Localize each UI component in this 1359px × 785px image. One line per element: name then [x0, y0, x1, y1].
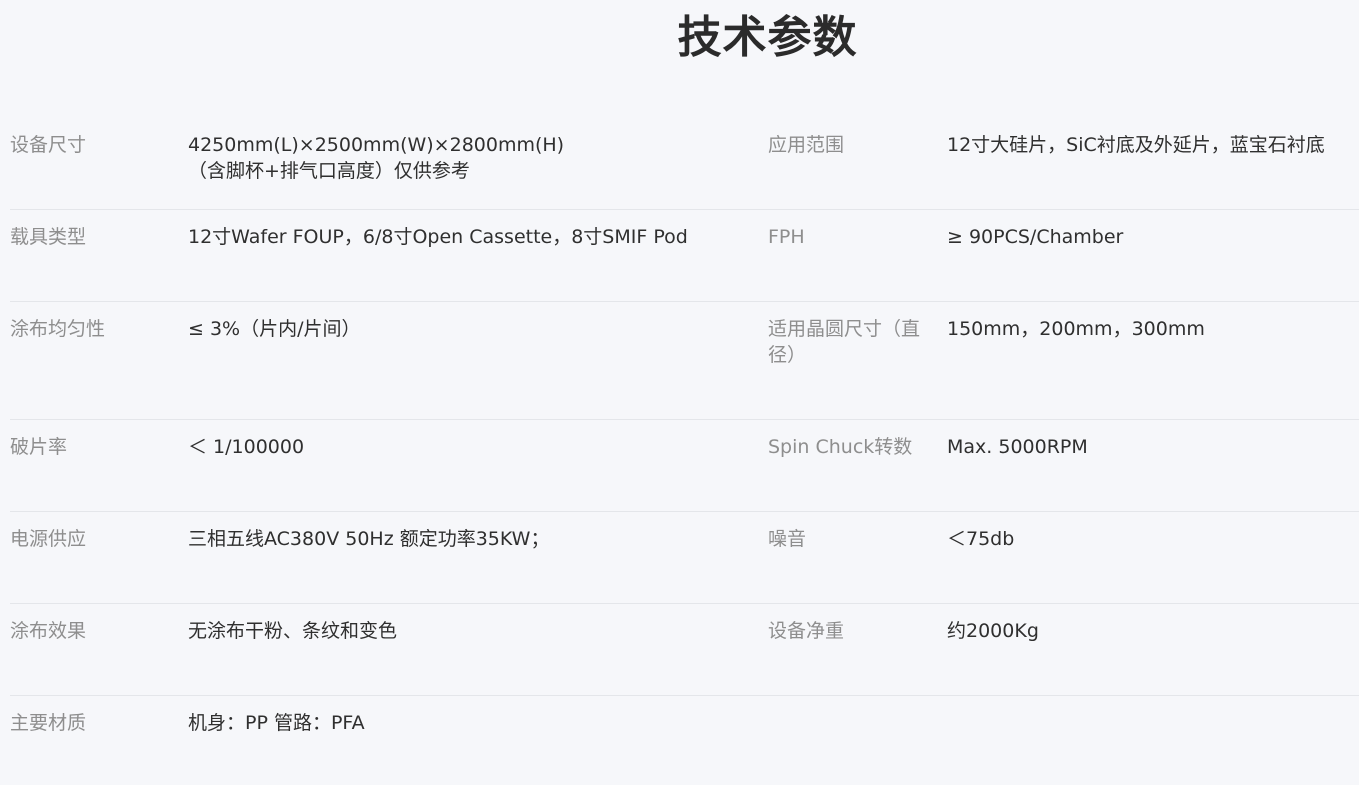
spec-label: 设备净重: [768, 620, 845, 642]
spec-value: ＜75db: [947, 528, 1015, 550]
table-row: 设备尺寸 4250mm(L)×2500mm(W)×2800mm(H) （含脚杯+…: [10, 118, 1359, 210]
spec-value-line: 无涂布干粉、条纹和变色: [188, 620, 398, 642]
spec-label: 主要材质: [10, 712, 87, 734]
spec-value: ≥ 90PCS/Chamber: [947, 226, 1124, 248]
spec-value-line: ≤ 3%（片内/片间）: [188, 318, 361, 340]
spec-value: ≤ 3%（片内/片间）: [188, 316, 768, 342]
spec-label: 噪音: [768, 528, 807, 550]
spec-value-line: 机身：PP 管路：PFA: [188, 712, 365, 734]
spec-label: 电源供应: [10, 528, 87, 550]
spec-value: Max. 5000RPM: [947, 436, 1088, 458]
spec-label: FPH: [768, 226, 805, 248]
spec-value-line: 三相五线AC380V 50Hz 额定功率35KW；: [188, 528, 550, 550]
spec-label: 设备尺寸: [10, 134, 87, 156]
table-row: 电源供应 三相五线AC380V 50Hz 额定功率35KW； 噪音 ＜75db: [10, 512, 1359, 604]
spec-label-line: 适用晶圆尺寸（直: [768, 318, 921, 340]
spec-value: 150mm，200mm，300mm: [947, 318, 1205, 340]
spec-label: 涂布均匀性: [10, 318, 106, 340]
spec-label: 适用晶圆尺寸（直 径）: [768, 316, 947, 368]
spec-value-line: ＜ 1/100000: [188, 436, 305, 458]
spec-value: 4250mm(L)×2500mm(W)×2800mm(H) （含脚杯+排气口高度…: [188, 132, 768, 184]
table-row: 涂布均匀性 ≤ 3%（片内/片间） 适用晶圆尺寸（直 径） 150mm，200m…: [10, 302, 1359, 420]
spec-value-line: （含脚杯+排气口高度）仅供参考: [188, 160, 470, 182]
spec-label: 应用范围: [768, 134, 845, 156]
spec-value: 12寸Wafer FOUP，6/8寸Open Cassette，8寸SMIF P…: [188, 224, 768, 250]
spec-value: 12寸大硅片，SiC衬底及外延片，蓝宝石衬底: [947, 134, 1325, 156]
table-row: 主要材质 机身：PP 管路：PFA: [10, 696, 1359, 776]
spec-value: 约2000Kg: [947, 620, 1039, 642]
spec-value: 三相五线AC380V 50Hz 额定功率35KW；: [188, 526, 768, 552]
spec-table: 设备尺寸 4250mm(L)×2500mm(W)×2800mm(H) （含脚杯+…: [10, 118, 1359, 776]
table-row: 载具类型 12寸Wafer FOUP，6/8寸Open Cassette，8寸S…: [10, 210, 1359, 302]
spec-label: Spin Chuck转数: [768, 436, 913, 458]
spec-value-line: 12寸Wafer FOUP，6/8寸Open Cassette，8寸SMIF P…: [188, 226, 688, 248]
spec-label: 破片率: [10, 436, 68, 458]
spec-value-line: 4250mm(L)×2500mm(W)×2800mm(H): [188, 134, 565, 156]
page-title: 技术参数: [677, 12, 858, 63]
spec-value: ＜ 1/100000: [188, 434, 768, 460]
table-row: 涂布效果 无涂布干粉、条纹和变色 设备净重 约2000Kg: [10, 604, 1359, 696]
spec-label: 载具类型: [10, 226, 87, 248]
table-row: 破片率 ＜ 1/100000 Spin Chuck转数 Max. 5000RPM: [10, 420, 1359, 512]
spec-label-line: 径）: [768, 344, 807, 366]
spec-value: 无涂布干粉、条纹和变色: [188, 618, 768, 644]
spec-value: 机身：PP 管路：PFA: [188, 710, 768, 736]
spec-label: 涂布效果: [10, 620, 87, 642]
